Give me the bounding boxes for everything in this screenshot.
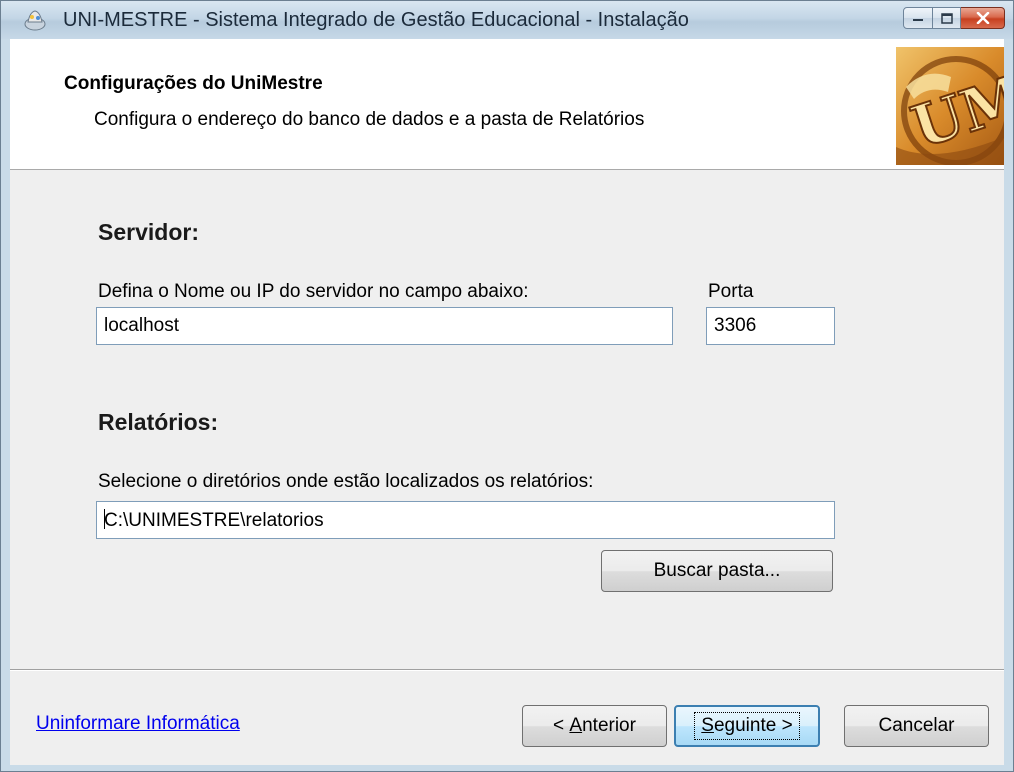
reports-dir-input[interactable]: C:\UNIMESTRE\relatorios <box>96 501 835 539</box>
server-host-input[interactable]: localhost <box>96 307 673 345</box>
title-bar[interactable]: UNI-MESTRE - Sistema Integrado de Gestão… <box>1 1 1013 39</box>
unimestre-logo: UM <box>896 47 1014 166</box>
uninformare-link[interactable]: Uninformare Informática <box>36 713 240 735</box>
back-button-mnemonic: A <box>569 715 583 736</box>
close-icon <box>976 12 989 24</box>
browse-folder-button[interactable]: Buscar pasta... <box>601 550 833 592</box>
page-subtitle: Configura o endereço do banco de dados e… <box>94 109 645 130</box>
minimize-icon <box>913 19 923 21</box>
minimize-button[interactable] <box>903 7 933 29</box>
maximize-icon <box>940 12 953 24</box>
maximize-button[interactable] <box>933 7 961 29</box>
wizard-header: Configurações do UniMestre Configura o e… <box>10 39 1014 170</box>
cancel-button[interactable]: Cancelar <box>844 705 989 747</box>
installer-window: UNI-MESTRE - Sistema Integrado de Gestão… <box>0 0 1014 772</box>
wizard-body: Configurações do UniMestre Configura o e… <box>10 39 1014 765</box>
close-button[interactable] <box>961 7 1005 29</box>
next-button-mnemonic: S <box>701 715 714 736</box>
server-port-input[interactable]: 3306 <box>706 307 835 345</box>
reports-section-title: Relatórios: <box>98 409 219 435</box>
next-button-rest: eguinte > <box>713 715 793 736</box>
back-button-prefix: < <box>553 715 570 736</box>
window-controls <box>903 7 1005 31</box>
reports-dir-value: C:\UNIMESTRE\relatorios <box>104 510 324 531</box>
reports-dir-label: Selecione o diretórios onde estão locali… <box>98 471 594 492</box>
next-button[interactable]: Seguinte > <box>674 705 820 747</box>
server-host-label: Defina o Nome ou IP do servidor no campo… <box>98 281 529 302</box>
next-button-focus: Seguinte > <box>694 712 800 740</box>
window-title: UNI-MESTRE - Sistema Integrado de Gestão… <box>63 9 689 31</box>
app-icon[interactable] <box>23 9 47 31</box>
footer-separator <box>10 669 1004 671</box>
back-button[interactable]: < Anterior <box>522 705 667 747</box>
page-title: Configurações do UniMestre <box>64 73 323 94</box>
server-section-title: Servidor: <box>98 219 199 245</box>
back-button-rest: nterior <box>582 715 636 736</box>
server-port-label: Porta <box>708 281 754 302</box>
